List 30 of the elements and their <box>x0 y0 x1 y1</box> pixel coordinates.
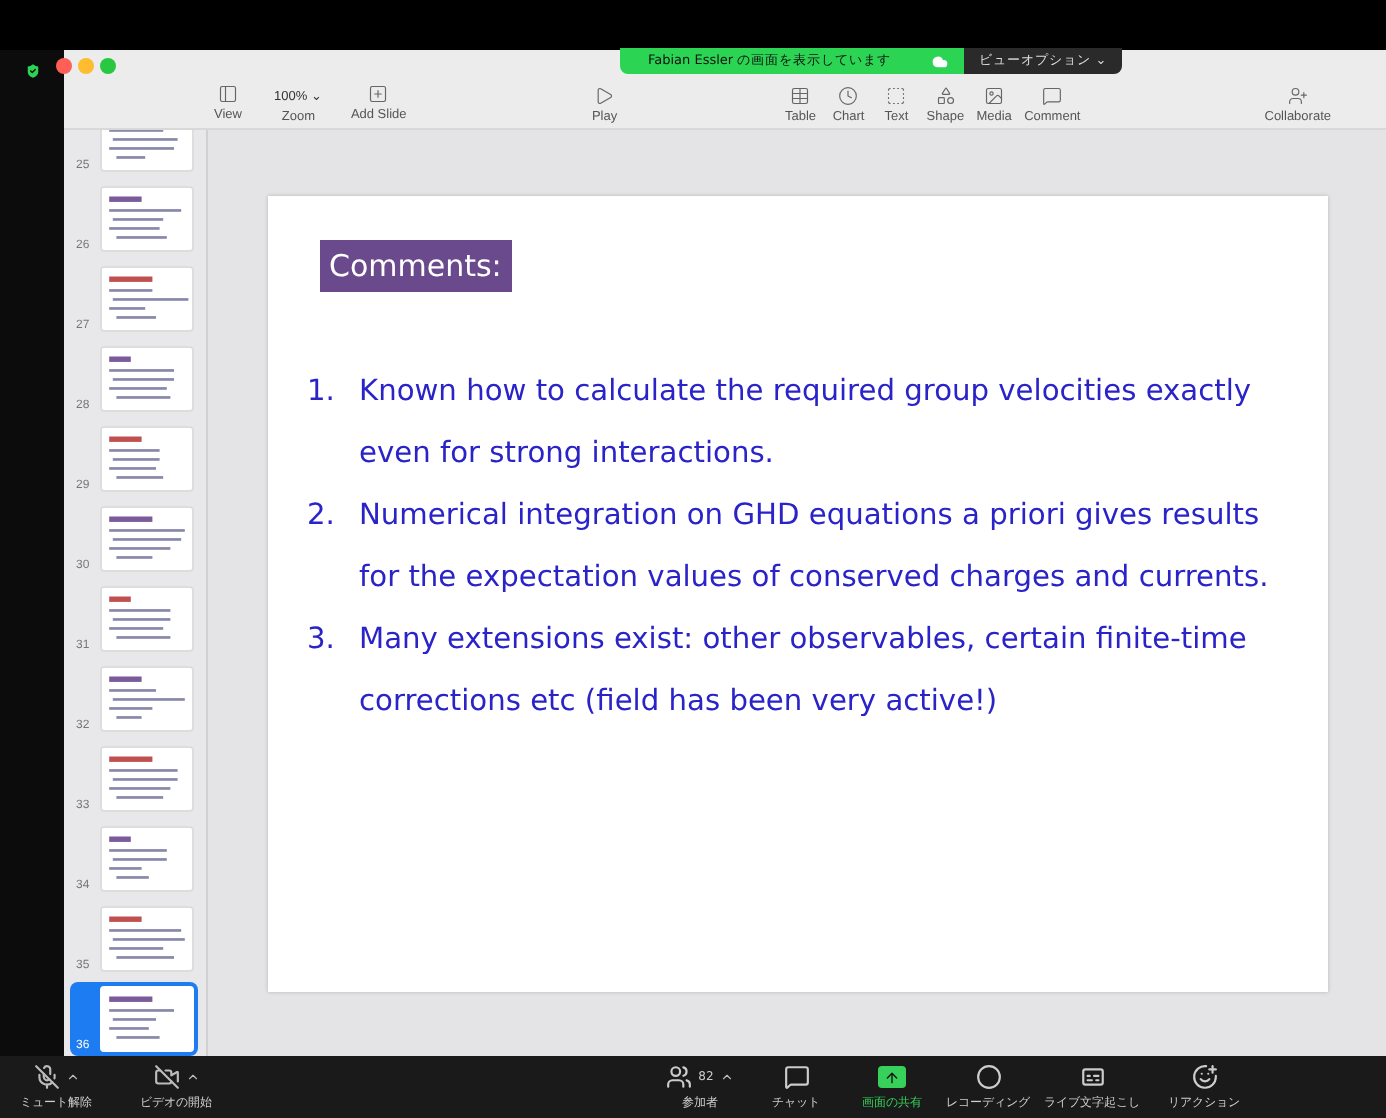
toolbar-icon <box>935 86 956 106</box>
toolbar-icon <box>368 84 389 104</box>
toolbar-icon <box>838 86 859 106</box>
control-icon <box>975 1064 1001 1090</box>
toolbar-icon <box>218 84 238 104</box>
control-icon <box>783 1064 809 1090</box>
comment-text: Numerical integration on GHD equations a priori gives results for the expectation values of conserved charges and currents. <box>359 496 1271 598</box>
comment-text: Many extensions exist: other observables, certain finite-time corrections etc (field has been very active!) <box>359 620 1249 722</box>
share-screen-icon <box>878 1066 906 1088</box>
cloud-icon <box>931 53 948 69</box>
item-number: 3. <box>307 620 337 660</box>
toolbar-icon <box>984 86 1005 106</box>
item-number: 2. <box>307 496 337 536</box>
control-icon <box>33 1064 59 1090</box>
slide-heading: Comments: <box>319 240 512 292</box>
toolbar-icon <box>790 86 811 106</box>
caret-icon <box>185 1070 199 1084</box>
control-icon <box>1079 1064 1105 1090</box>
toolbar-icon <box>1042 86 1063 106</box>
caret-icon <box>65 1070 79 1084</box>
item-number: 1. <box>307 372 337 412</box>
toolbar-icon <box>1287 86 1308 106</box>
control-icon <box>666 1064 693 1090</box>
control-icon <box>153 1064 179 1090</box>
caret-icon <box>719 1070 734 1084</box>
shield-icon <box>23 62 41 80</box>
comment-text: Known how to calculate the required group velocities exactly even for strong interactions. <box>359 372 1254 474</box>
toolbar-icon <box>594 86 615 106</box>
window-controls-icon[interactable] <box>56 58 116 74</box>
control-icon <box>1191 1064 1217 1090</box>
